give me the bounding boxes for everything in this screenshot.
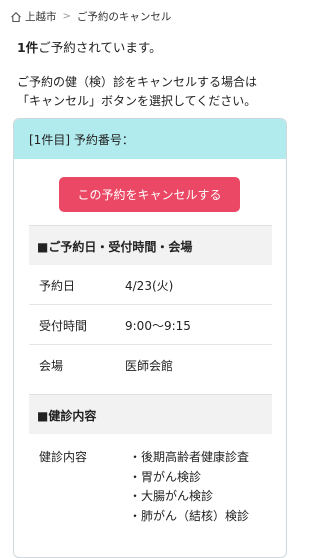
reservation-card: [1件目] 予約番号： この予約をキャンセルする ■ご予約日・受付時間・会場 予… [13, 118, 287, 558]
reservation-count-number: 1件 [17, 40, 39, 55]
breadcrumb: 上越市 > ご予約のキャンセル [10, 9, 171, 24]
time-row: 受付時間 9:00〜9:15 [29, 305, 272, 345]
cancel-reservation-button[interactable]: この予約をキャンセルする [59, 177, 240, 212]
section-datetime-title: ■ご予約日・受付時間・会場 [29, 225, 272, 265]
exam-item: 後期高齢者健康診査 [129, 448, 249, 468]
venue-value: 医師会館 [125, 359, 174, 373]
time-value: 9:00〜9:15 [125, 319, 191, 333]
date-value: 4/23(火) [125, 279, 174, 293]
breadcrumb-separator: > [62, 11, 71, 22]
exam-label: 健診内容 [39, 450, 88, 464]
instruction-line-1: ご予約の健（検）診をキャンセルする場合は [17, 75, 258, 89]
instruction-line-2: 「キャンセル」ボタンを選択してください。 [17, 94, 257, 108]
reservation-count-text: ご予約されています。 [38, 40, 162, 55]
exam-list: 後期高齢者健康診査 胃がん検診 大腸がん検診 肺がん（結核）検診 [129, 448, 249, 526]
exam-item: 胃がん検診 [129, 468, 249, 488]
venue-row: 会場 医師会館 [29, 345, 272, 385]
time-label: 受付時間 [39, 319, 88, 333]
exam-item: 肺がん（結核）検診 [129, 507, 249, 527]
breadcrumb-current: ご予約のキャンセル [76, 11, 172, 23]
exam-row: 健診内容 後期高齢者健康診査 胃がん検診 大腸がん検診 肺がん（結核）検診 [29, 436, 272, 531]
exam-item: 大腸がん検診 [129, 487, 249, 507]
reservation-card-header: [1件目] 予約番号： [14, 119, 286, 159]
section-exam-title: ■健診内容 [29, 394, 272, 434]
instruction-text: ご予約の健（検）診をキャンセルする場合は 「キャンセル」ボタンを選択してください… [17, 73, 257, 111]
reservation-count: 1件ご予約されています。 [17, 37, 162, 56]
home-icon [11, 11, 21, 22]
date-row: 予約日 4/23(火) [29, 265, 272, 305]
date-label: 予約日 [39, 279, 76, 293]
venue-label: 会場 [39, 359, 64, 373]
breadcrumb-home-link[interactable]: 上越市 [25, 9, 57, 24]
